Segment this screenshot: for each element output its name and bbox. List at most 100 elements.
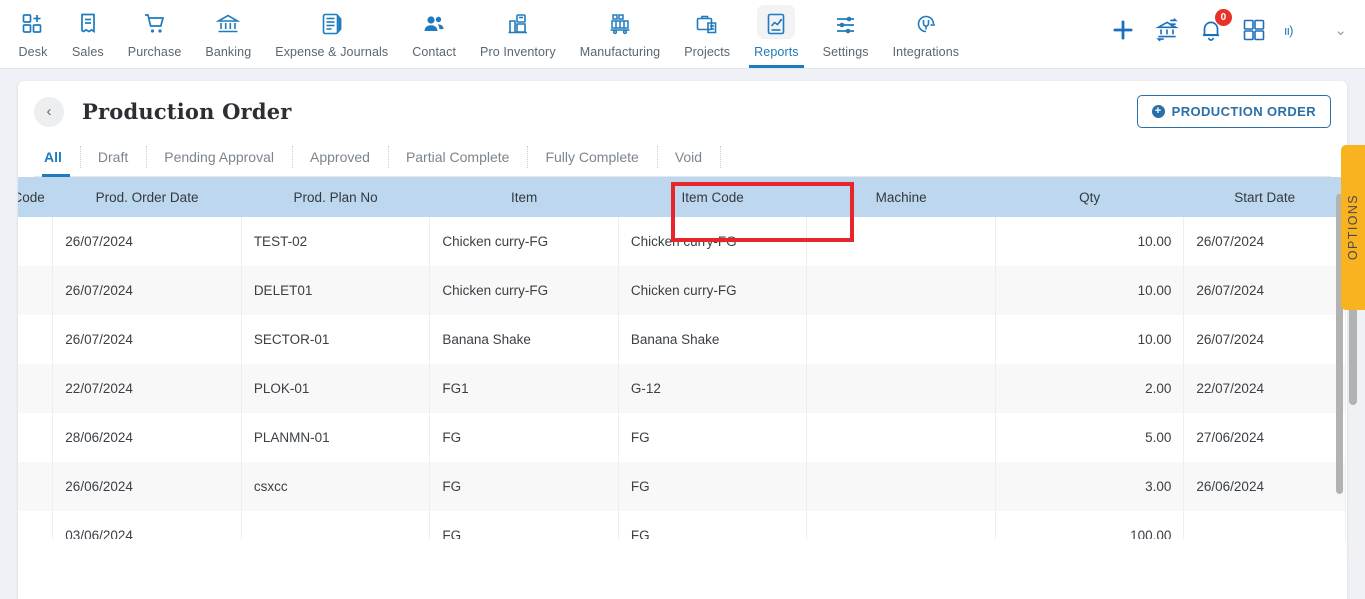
tab-all[interactable]: All [34,138,80,177]
table-row[interactable]: 26/06/2024 csxcc FG FG 3.00 26/06/2024 [18,462,1346,511]
cell-item-code: FG [618,462,808,511]
cell-prod-order-date: 26/07/2024 [52,315,242,364]
cell-start-date: 26/06/2024 [1183,462,1346,511]
tab-void[interactable]: Void [656,138,720,176]
top-navigation-bar: Desk Sales Purchase Banking Expense & Jo… [0,0,1365,69]
nav-item-settings[interactable]: Settings [811,0,881,68]
table-row[interactable]: 26/07/2024 DELET01 Chicken curry-FG Chic… [18,266,1346,315]
bell-icon[interactable]: 0 [1198,9,1232,43]
add-production-order-label: PRODUCTION ORDER [1171,104,1316,119]
card-header: ‹ Production Order + PRODUCTION ORDER [18,81,1347,138]
column-header-qty[interactable]: Qty [995,177,1184,217]
cell-machine [806,413,996,462]
table-row[interactable]: 22/07/2024 PLOK-01 FG1 G-12 2.00 22/07/2… [18,364,1346,413]
tab-label: Fully Complete [545,149,639,165]
column-header-item-code[interactable]: Item Code [618,177,807,217]
cell-prod-order-date: 26/07/2024 [52,266,242,315]
nav-label: Banking [205,45,252,59]
cell-item: FG1 [429,364,619,413]
cart-icon [140,9,170,39]
table-row[interactable]: 1 26/07/2024 SECTOR-01 Banana Shake Bana… [18,315,1346,364]
tab-approved[interactable]: Approved [292,138,388,176]
column-header-prod-plan-no[interactable]: Prod. Plan No [241,177,430,217]
cell-qty: 3.00 [995,462,1185,511]
nav-label: Manufacturing [579,45,661,59]
table-row[interactable]: 28/06/2024 PLANMN-01 FG FG 5.00 27/06/20… [18,413,1346,462]
tab-pending-approval[interactable]: Pending Approval [146,138,292,176]
chevron-down-icon[interactable]: ⌄ [1334,21,1347,39]
nav-label: Desk [18,45,48,59]
column-header-item[interactable]: Item [429,177,619,217]
tab-draft[interactable]: Draft [79,138,146,176]
status-filter-tabs: All Draft Pending Approval Approved Part… [34,138,1331,177]
nav-item-projects[interactable]: Projects [672,0,742,68]
nav-item-manufacturing[interactable]: Manufacturing [568,0,673,68]
tab-label: All [44,149,62,165]
plus-icon[interactable] [1110,17,1136,43]
nav-label: Contact [412,45,457,59]
nav-label: Projects [684,45,731,59]
chevron-left-icon[interactable]: ‹ [34,96,64,127]
plus-circle-icon: + [1151,105,1165,118]
cell-branch-code [18,266,54,315]
grid-apps-icon[interactable] [1242,18,1266,42]
nav-item-sales[interactable]: Sales [60,0,116,68]
cell-machine [806,511,996,539]
signal-glyph-icon[interactable]: ıı) [1284,23,1294,38]
tab-partial-complete[interactable]: Partial Complete [387,138,528,176]
cell-prod-order-date: 22/07/2024 [52,364,242,413]
plug-icon [911,9,941,39]
cell-machine [806,217,996,266]
tab-fully-complete[interactable]: Fully Complete [527,138,656,176]
page-body: ‹ Production Order + PRODUCTION ORDER Al… [0,69,1365,599]
nav-item-pro-inventory[interactable]: Pro Inventory [468,0,568,68]
table-row[interactable]: 26/07/2024 TEST-02 Chicken curry-FG Chic… [18,217,1346,266]
bank-icon [213,9,243,39]
nav-right-actions: 0 ıı) ⌄ [1110,0,1365,60]
add-production-order-button[interactable]: + PRODUCTION ORDER [1136,95,1331,128]
nav-item-banking[interactable]: Banking [193,0,263,68]
table-body: 26/07/2024 TEST-02 Chicken curry-FG Chic… [18,217,1346,539]
options-side-tab[interactable]: OPTIONS [1341,145,1365,310]
cell-prod-order-date: 28/06/2024 [52,413,242,462]
cell-item-code: Chicken curry-FG [618,217,808,266]
nav-item-reports[interactable]: Reports [742,0,810,68]
column-header-branch-code[interactable]: Branch Code [18,177,53,217]
nav-item-desk[interactable]: Desk [6,0,60,68]
sliders-icon [831,9,861,39]
tab-label: Approved [310,149,370,165]
bank-transfer-icon[interactable] [1154,17,1180,43]
briefcase-icon [692,9,722,39]
cell-item-code: G-12 [618,364,808,413]
tab-label: Partial Complete [405,149,510,165]
cell-qty: 10.00 [995,266,1185,315]
cell-item-code: Banana Shake [618,315,808,364]
nav-item-expense-journals[interactable]: Expense & Journals [263,0,400,68]
nav-item-list: Desk Sales Purchase Banking Expense & Jo… [0,0,971,68]
production-order-table-area[interactable]: Branch Code Prod. Order Date Prod. Plan … [18,177,1347,539]
nav-item-integrations[interactable]: Integrations [881,0,972,68]
cell-item-code: FG [618,413,808,462]
cell-item: Chicken curry-FG [429,266,619,315]
column-header-start-date[interactable]: Start Date [1183,177,1346,217]
cell-start-date [1183,511,1346,539]
cell-item-code: FG [618,511,808,539]
cell-prod-plan-no [241,511,431,539]
cell-prod-plan-no: SECTOR-01 [241,315,431,364]
cell-prod-order-date: 26/06/2024 [52,462,242,511]
cell-qty: 5.00 [995,413,1185,462]
cell-branch-code [18,364,54,413]
cell-start-date: 27/06/2024 [1183,413,1346,462]
nav-item-purchase[interactable]: Purchase [116,0,194,68]
table-row[interactable]: 03/06/2024 FG FG 100.00 [18,511,1346,539]
tab-label: Pending Approval [164,149,274,165]
column-header-machine[interactable]: Machine [806,177,996,217]
cell-start-date: 26/07/2024 [1183,266,1346,315]
nav-label: Integrations [892,45,960,59]
column-header-prod-order-date[interactable]: Prod. Order Date [52,177,242,217]
nav-label: Settings [822,45,869,59]
factory-icon [605,9,635,39]
nav-item-contact[interactable]: Contact [400,0,468,68]
cell-item: Banana Shake [429,315,619,364]
cell-qty: 2.00 [995,364,1185,413]
